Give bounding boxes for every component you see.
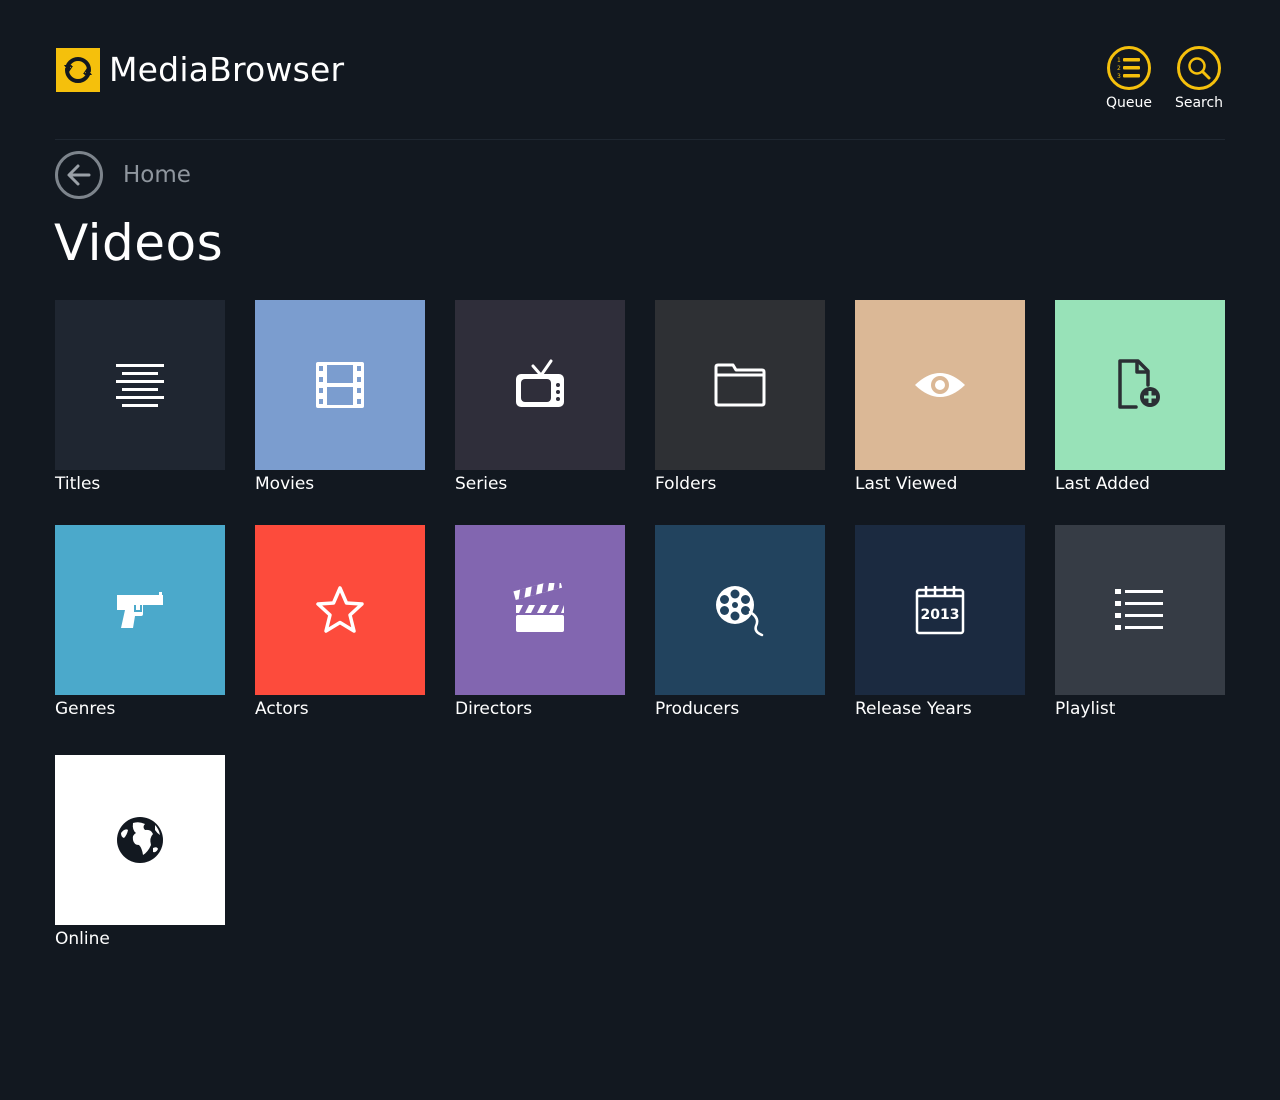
app-root: MediaBrowser 1 2 3 Queue Search Home Vid… — [0, 0, 1280, 1100]
tile-directors-box — [455, 525, 625, 695]
app-name: MediaBrowser — [109, 48, 344, 92]
tile-label: Titles — [55, 474, 101, 494]
tv-icon — [516, 359, 564, 407]
tile-movies-box — [255, 300, 425, 470]
globe-icon — [117, 817, 163, 863]
search-icon — [1177, 46, 1221, 90]
tile-playlist-box — [1055, 525, 1225, 695]
tile-release-years-box: 2013 — [855, 525, 1025, 695]
tile-producers[interactable]: Producers — [655, 525, 825, 719]
tile-folders[interactable]: Folders — [655, 300, 825, 494]
calendar-year-text: 2013 — [921, 607, 960, 623]
tile-label: Movies — [255, 474, 315, 494]
tile-folders-box — [655, 300, 825, 470]
page-title: Videos — [54, 214, 224, 272]
arrow-left-icon — [67, 164, 91, 186]
tile-genres[interactable]: Genres — [55, 525, 225, 719]
back-button[interactable] — [55, 151, 103, 199]
tile-directors[interactable]: Directors — [455, 525, 625, 719]
search-label: Search — [1174, 95, 1224, 111]
tile-label: Directors — [455, 699, 533, 719]
tile-genres-box — [55, 525, 225, 695]
search-button[interactable]: Search — [1174, 46, 1224, 111]
tile-last-added[interactable]: Last Added — [1055, 300, 1225, 494]
tile-label: Last Viewed — [855, 474, 958, 494]
tile-label: Last Added — [1055, 474, 1150, 494]
tile-producers-box — [655, 525, 825, 695]
tile-titles[interactable]: Titles — [55, 300, 225, 494]
file-add-icon — [1118, 359, 1160, 409]
tile-actors[interactable]: Actors — [255, 525, 425, 719]
app-name-light: Media — [109, 50, 210, 89]
tile-titles-box — [55, 300, 225, 470]
list-icon — [1115, 589, 1163, 630]
tile-label: Playlist — [1055, 699, 1116, 719]
header-divider — [55, 139, 1225, 140]
tile-series[interactable]: Series — [455, 300, 625, 494]
tile-series-box — [455, 300, 625, 470]
app-name-bold: Browser — [209, 50, 345, 89]
tile-playlist[interactable]: Playlist — [1055, 525, 1225, 719]
tile-actors-box — [255, 525, 425, 695]
app-logo[interactable]: MediaBrowser — [56, 48, 344, 92]
eye-icon — [915, 373, 965, 397]
film-strip-icon — [316, 362, 364, 408]
tile-label: Online — [55, 929, 110, 949]
tile-label: Genres — [55, 699, 116, 719]
tile-movies[interactable]: Movies — [255, 300, 425, 494]
tile-label: Actors — [255, 699, 309, 719]
svg-text:3: 3 — [1117, 73, 1121, 80]
breadcrumb-home[interactable]: Home — [123, 162, 191, 188]
tile-label: Folders — [655, 474, 717, 494]
queue-label: Queue — [1106, 95, 1152, 111]
tile-label: Release Years — [855, 699, 972, 719]
tile-label: Series — [455, 474, 508, 494]
svg-text:1: 1 — [1117, 57, 1121, 64]
star-icon — [316, 586, 364, 633]
align-center-icon — [116, 364, 164, 407]
breadcrumb: Home — [55, 151, 191, 199]
tile-release-years[interactable]: 2013 Release Years — [855, 525, 1025, 719]
tile-last-viewed[interactable]: Last Viewed — [855, 300, 1025, 494]
gun-icon — [117, 592, 163, 628]
calendar-icon: 2013 — [915, 586, 965, 635]
clapperboard-icon — [513, 583, 564, 632]
header-actions: 1 2 3 Queue Search — [1104, 46, 1224, 111]
tile-online[interactable]: Online — [55, 755, 225, 949]
folder-icon — [714, 363, 766, 407]
mediabrowser-logo-icon — [56, 48, 100, 92]
tile-online-box — [55, 755, 225, 925]
svg-text:2: 2 — [1117, 65, 1121, 72]
film-reel-icon — [716, 586, 764, 637]
tile-last-added-box — [1055, 300, 1225, 470]
tile-last-viewed-box — [855, 300, 1025, 470]
tile-label: Producers — [655, 699, 740, 719]
queue-icon: 1 2 3 — [1107, 46, 1151, 90]
queue-button[interactable]: 1 2 3 Queue — [1104, 46, 1154, 111]
